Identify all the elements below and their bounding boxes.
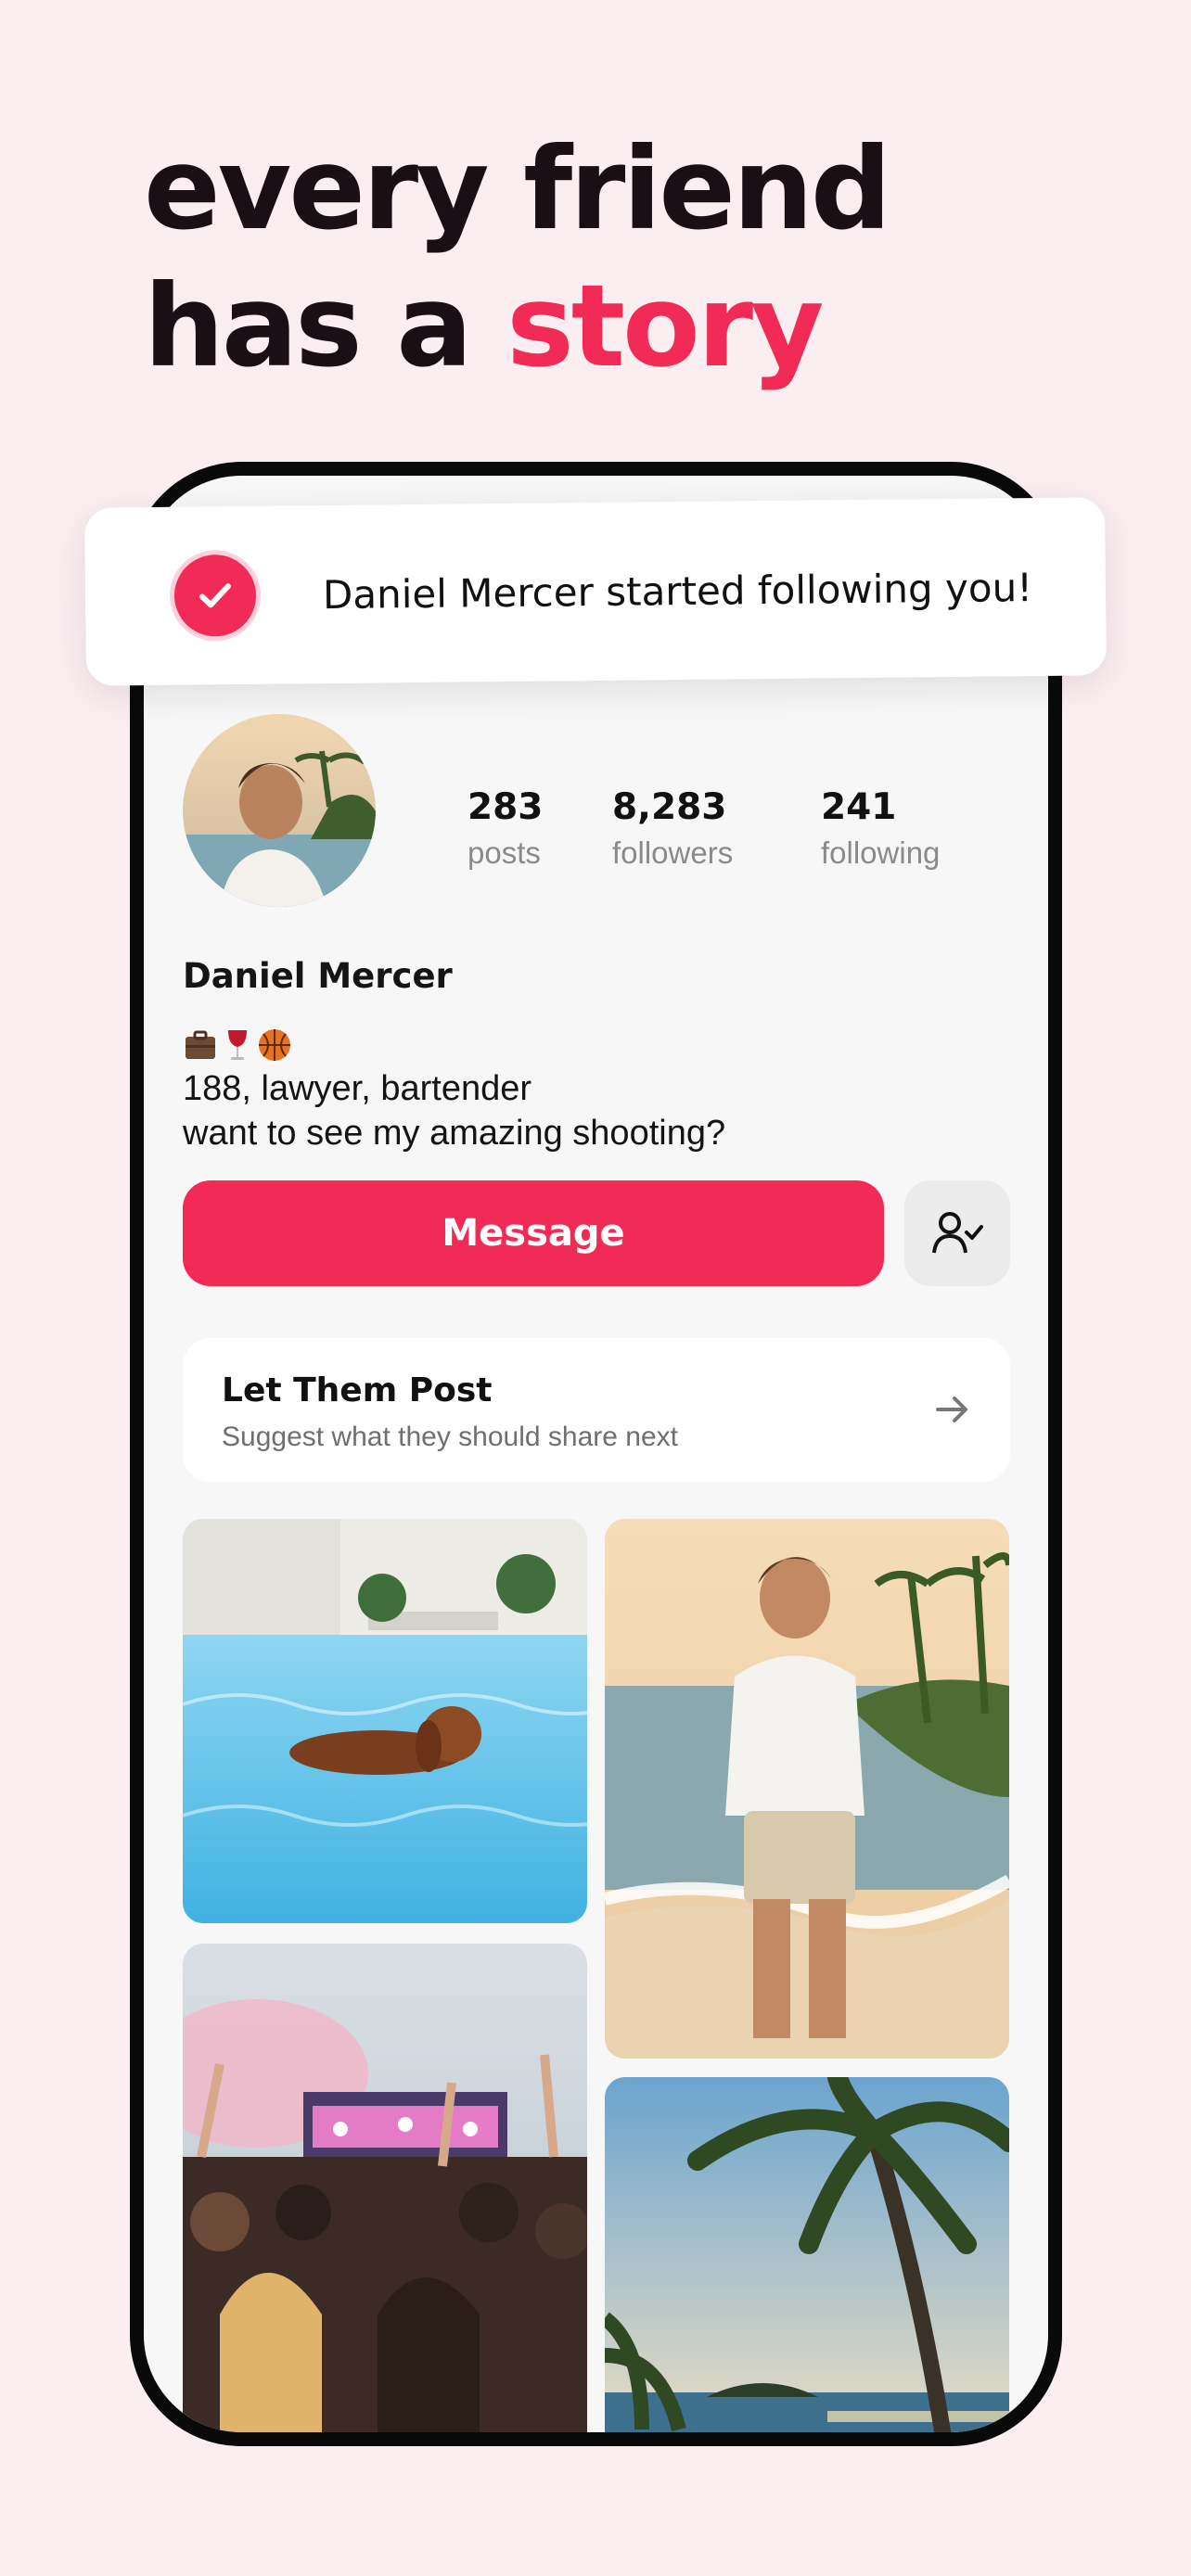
arrow-right-icon	[936, 1396, 967, 1422]
profile-screen: 283 posts 8,283 followers 241 following …	[144, 476, 1048, 2432]
let-them-post-card[interactable]: Let Them Post Suggest what they should s…	[183, 1338, 1010, 1482]
photo-palm-tree-island[interactable]	[605, 2077, 1009, 2432]
headline-line-1: every friend	[144, 123, 891, 255]
bio-line-1: 188, lawyer, bartender	[183, 1069, 532, 1108]
avatar[interactable]	[183, 714, 376, 907]
stat-label: posts	[467, 835, 541, 870]
card-subtitle: Suggest what they should share next	[222, 1422, 678, 1452]
following-toggle-button[interactable]	[904, 1180, 1010, 1286]
basketball-icon	[259, 1029, 290, 1061]
notification-text: Daniel Mercer started following you!	[322, 564, 1033, 618]
bio-line-2: want to see my amazing shooting?	[183, 1114, 726, 1153]
stat-followers[interactable]: 8,283 followers	[612, 786, 733, 871]
stat-value: 8,283	[612, 786, 727, 828]
card-title: Let Them Post	[222, 1371, 493, 1409]
stat-value: 241	[821, 786, 897, 828]
headline-prefix: has a	[144, 261, 507, 392]
hero-headline: every friend has a story	[144, 121, 891, 395]
headline-line-2: has a story	[144, 258, 889, 395]
bio-emojis	[183, 1027, 292, 1063]
message-button[interactable]: Message	[183, 1180, 884, 1286]
stat-value: 283	[467, 786, 544, 828]
stat-label: followers	[612, 835, 734, 870]
follow-notification[interactable]: Daniel Mercer started following you!	[84, 497, 1107, 686]
user-check-icon	[932, 1212, 983, 1254]
photo-dog-in-pool[interactable]	[183, 1519, 587, 1923]
profile-name: Daniel Mercer	[183, 956, 453, 996]
phone-frame: 283 posts 8,283 followers 241 following …	[130, 462, 1062, 2446]
stat-following[interactable]: 241 following	[821, 786, 940, 871]
photo-concert-crowd[interactable]	[183, 1944, 587, 2432]
stat-label: following	[821, 835, 941, 870]
wine-glass-icon	[228, 1030, 247, 1060]
stat-posts[interactable]: 283 posts	[467, 786, 543, 871]
photo-man-on-beach[interactable]	[605, 1519, 1009, 2059]
check-circle-icon	[173, 554, 257, 637]
headline-accent: story	[506, 261, 824, 392]
briefcase-icon	[186, 1030, 215, 1059]
